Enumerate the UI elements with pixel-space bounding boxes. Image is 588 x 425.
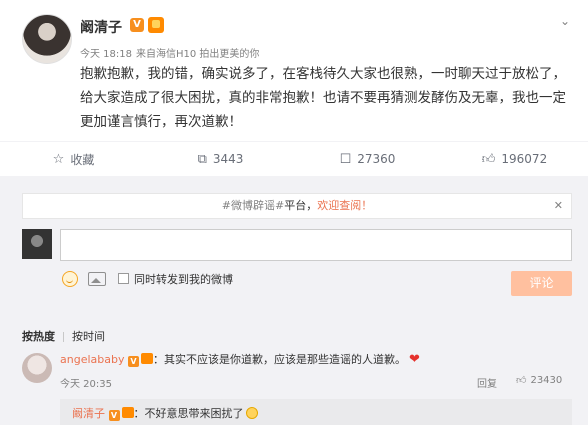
post-meta: 今天 18:18 来自海信H10 拍出更美的你	[80, 45, 263, 60]
post-source[interactable]: 来自海信H10 拍出更美的你	[136, 49, 259, 60]
action-bar: ☆ 收藏 ⧉ 3443 ☐ 27360 👍︎ 196072	[0, 141, 588, 177]
comment-item: angelababy V ：其实不应该是你道歉，应该是那些造谣的人道歉。 ❤	[60, 351, 420, 367]
comment-like-button[interactable]: 👍︎ 23430	[516, 374, 562, 386]
reply-button[interactable]: 回复	[477, 375, 497, 390]
emoji-icon[interactable]	[62, 271, 78, 287]
heart-icon: ❤	[408, 352, 420, 367]
reply-text: ：不好意思带来困扰了	[133, 407, 244, 420]
repost-count: 3443	[212, 152, 244, 166]
favorite-button[interactable]: ☆ 收藏	[0, 142, 147, 176]
comment-button[interactable]: ☐ 27360	[294, 142, 441, 176]
commenter-avatar[interactable]	[22, 353, 52, 383]
tab-separator	[63, 332, 64, 342]
thumbs-up-icon: 👍︎	[481, 151, 496, 167]
tab-time[interactable]: 按时间	[72, 328, 105, 344]
verified-badge: V	[130, 18, 144, 32]
notice-text: 平台，	[284, 199, 318, 212]
comment-icon: ☐	[339, 151, 352, 167]
star-icon: ☆	[52, 151, 65, 167]
comment-section: #微博辟谣#平台，欢迎查阅！ ✕ 同时转发到我的微博 评论 按热度 按时间 ang…	[0, 185, 588, 425]
comment-text: ：其实不应该是你道歉，应该是那些造谣的人道歉。	[152, 353, 406, 366]
verified-badge-icon: V	[127, 356, 139, 367]
close-icon[interactable]: ✕	[554, 194, 563, 218]
vip-badge-icon	[148, 17, 164, 33]
tab-hot[interactable]: 按热度	[22, 328, 55, 344]
repost-icon: ⧉	[197, 151, 207, 167]
comment-input[interactable]	[60, 229, 572, 261]
repost-checkbox-label[interactable]: 同时转发到我的微博	[134, 271, 233, 287]
author-avatar[interactable]	[22, 14, 72, 64]
like-count: 196072	[501, 152, 548, 166]
submit-comment-button[interactable]: 评论	[511, 271, 572, 296]
favorite-label: 收藏	[70, 152, 95, 167]
current-user-avatar	[22, 229, 52, 259]
comment-like-count: 23430	[530, 375, 563, 386]
like-button[interactable]: 👍︎ 196072	[441, 142, 588, 176]
repost-checkbox[interactable]	[118, 273, 129, 284]
post-content: 抱歉抱歉，我的错，确实说多了，在客栈待久大家也很熟，一时聊天过于放松了，给大家造…	[80, 66, 566, 130]
comment-count: 27360	[357, 152, 396, 166]
vip-badge-icon	[140, 353, 153, 364]
notice-hashtag[interactable]: #微博辟谣#	[222, 199, 284, 212]
smile-emoji-icon	[245, 407, 258, 419]
post-time[interactable]: 今天 18:18	[80, 49, 132, 60]
rumor-notice: #微博辟谣#平台，欢迎查阅！ ✕	[22, 193, 572, 219]
thumbs-up-icon: 👍︎	[516, 375, 527, 386]
sort-tabs: 按热度 按时间	[22, 328, 105, 344]
commenter-name[interactable]: angelababy	[60, 353, 124, 366]
comment-time: 今天 20:35	[60, 379, 112, 390]
divider	[0, 177, 588, 185]
reply-item: 阚清子 V ：不好意思带来困扰了	[72, 405, 258, 421]
vip-badge-icon	[121, 407, 134, 418]
author-name[interactable]: 阚清子	[80, 17, 122, 37]
chevron-down-icon[interactable]: ⌄	[560, 14, 570, 28]
repost-button[interactable]: ⧉ 3443	[147, 142, 294, 176]
notice-link[interactable]: 欢迎查阅！	[317, 199, 372, 212]
verified-badge-icon: V	[108, 410, 120, 421]
reply-author-name[interactable]: 阚清子	[72, 407, 105, 420]
image-icon[interactable]	[88, 272, 106, 286]
reply-thread: 阚清子 V ：不好意思带来困扰了	[60, 399, 572, 425]
weibo-post: 阚清子 V ⌄ 今天 18:18 来自海信H10 拍出更美的你 抱歉抱歉，我的错，…	[0, 0, 588, 140]
